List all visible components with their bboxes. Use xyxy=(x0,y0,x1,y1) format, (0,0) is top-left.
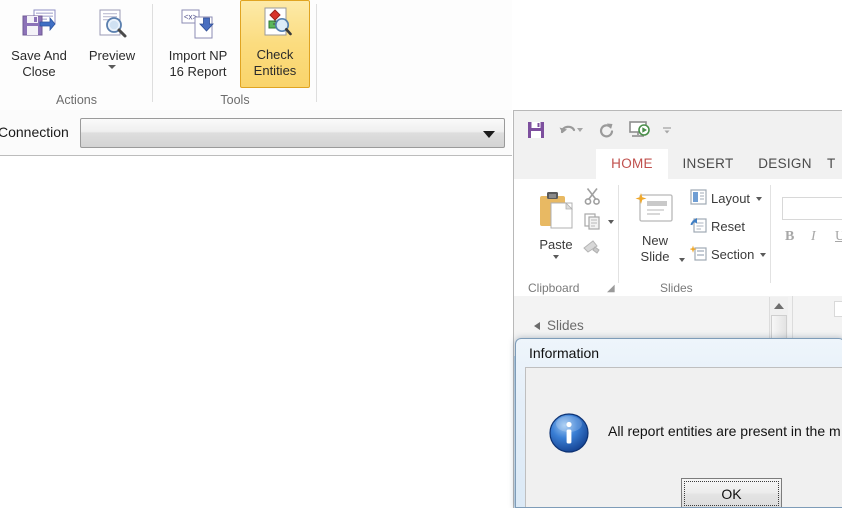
section-dropdown-caret-icon[interactable] xyxy=(760,252,767,257)
tools-group-label: Tools xyxy=(220,93,250,107)
information-icon xyxy=(548,412,590,454)
ppt-ribbon-content: Paste Clipboard ◢ New Slide Layout Reset… xyxy=(514,179,842,297)
format-painter-button[interactable] xyxy=(582,239,602,261)
import-report-icon: <x> xyxy=(159,2,237,46)
slide-thumbnail-placeholder xyxy=(834,301,842,317)
italic-icon[interactable]: I xyxy=(811,229,816,245)
tab-insert[interactable]: INSERT xyxy=(674,149,742,179)
connection-label: Connection xyxy=(0,124,69,140)
actions-group-label: Actions xyxy=(56,93,97,107)
scroll-up-arrow-icon[interactable] xyxy=(770,297,788,314)
preview-dropdown-caret-icon[interactable] xyxy=(108,65,116,69)
tab-design[interactable]: DESIGN xyxy=(749,149,821,179)
format-painter-icon xyxy=(582,240,602,260)
save-and-close-button[interactable]: Save And Close xyxy=(2,2,76,80)
reset-icon xyxy=(690,217,707,236)
slides-panel-header[interactable]: Slides xyxy=(534,318,584,333)
triangle-collapse-icon[interactable] xyxy=(534,321,540,330)
copy-button[interactable] xyxy=(584,213,601,235)
dialog-launcher-icon[interactable]: ◢ xyxy=(607,283,615,294)
ok-button-label: OK xyxy=(721,485,742,502)
ribbon-group-actions: Save And Close Preview Actions xyxy=(0,0,153,109)
paste-dropdown-caret-icon[interactable] xyxy=(553,255,559,259)
cut-scissors-icon xyxy=(584,188,601,209)
slides-group-label: Slides xyxy=(660,281,693,295)
connection-bar: Connection xyxy=(0,110,512,156)
import-np16-report-button[interactable]: <x> Import NP 16 Report xyxy=(159,2,237,80)
customize-qat-icon[interactable] xyxy=(660,119,674,141)
host-ribbon: Save And Close Preview Actions <x> Impor… xyxy=(0,0,512,111)
layout-button[interactable]: Layout xyxy=(690,189,763,208)
new-slide-label: New Slide xyxy=(640,233,670,264)
font-name-input[interactable] xyxy=(782,197,842,220)
save-and-close-label: Save And Close xyxy=(11,48,67,79)
tools-group-divider xyxy=(316,4,317,102)
save-icon[interactable] xyxy=(524,119,548,141)
layout-icon xyxy=(690,189,707,208)
information-dialog: Information All report entities are pres… xyxy=(515,338,842,508)
quick-access-toolbar xyxy=(514,111,842,149)
check-entities-button[interactable]: Check Entities xyxy=(240,0,310,88)
tab-home[interactable]: HOME xyxy=(596,149,668,180)
cut-button[interactable] xyxy=(584,187,601,210)
preview-button[interactable]: Preview xyxy=(78,2,146,69)
dialog-body: All report entities are present in the m… xyxy=(525,367,842,507)
scrollbar-thumb[interactable] xyxy=(771,315,787,339)
screen-root: Save And Close Preview Actions <x> Impor… xyxy=(0,0,842,508)
layout-dropdown-caret-icon[interactable] xyxy=(756,196,763,201)
preview-label: Preview xyxy=(88,48,136,63)
dialog-message: All report entities are present in the m xyxy=(608,423,841,439)
bold-icon[interactable]: B xyxy=(785,229,794,245)
connection-combobox[interactable] xyxy=(80,118,505,148)
save-and-close-icon xyxy=(2,2,76,46)
new-slide-button[interactable]: New Slide xyxy=(626,185,684,265)
new-slide-dropdown-caret-icon[interactable] xyxy=(679,258,685,262)
check-entities-label: Check Entities xyxy=(253,47,297,78)
ribbon-tab-strip: HOME INSERT DESIGN T xyxy=(514,149,842,180)
tab-transitions[interactable]: T xyxy=(827,149,842,179)
copy-dropdown-caret-icon[interactable] xyxy=(608,220,614,224)
new-slide-icon xyxy=(626,185,684,233)
reset-button[interactable]: Reset xyxy=(690,217,745,236)
section-label: Section xyxy=(711,247,755,262)
ribbon-group-tools: <x> Import NP 16 Report Check Entities T… xyxy=(153,0,317,109)
undo-dropdown-caret-icon[interactable] xyxy=(574,119,584,141)
check-entities-icon xyxy=(241,1,309,45)
dialog-title: Information xyxy=(529,345,600,361)
clipboard-group-divider xyxy=(618,185,619,283)
import-np16-report-label: Import NP 16 Report xyxy=(168,48,228,79)
host-content-area xyxy=(0,156,512,508)
start-slideshow-icon[interactable] xyxy=(626,119,654,141)
layout-label: Layout xyxy=(711,191,751,206)
reset-label: Reset xyxy=(711,219,745,234)
section-icon xyxy=(689,245,707,264)
paste-button[interactable]: Paste xyxy=(532,185,580,259)
copy-icon xyxy=(584,213,601,234)
preview-magnifier-icon xyxy=(78,2,146,46)
slides-panel-label: Slides xyxy=(547,318,584,333)
clipboard-group-label: Clipboard xyxy=(528,281,580,295)
paste-label: Paste xyxy=(539,237,573,252)
ok-button[interactable]: OK xyxy=(681,478,782,507)
slides-group-divider xyxy=(770,185,771,283)
redo-icon[interactable] xyxy=(594,119,618,141)
section-button[interactable]: Section xyxy=(689,245,767,264)
chevron-down-icon[interactable] xyxy=(483,131,495,138)
underline-icon[interactable]: U xyxy=(835,229,842,245)
paste-clipboard-icon xyxy=(532,185,580,237)
